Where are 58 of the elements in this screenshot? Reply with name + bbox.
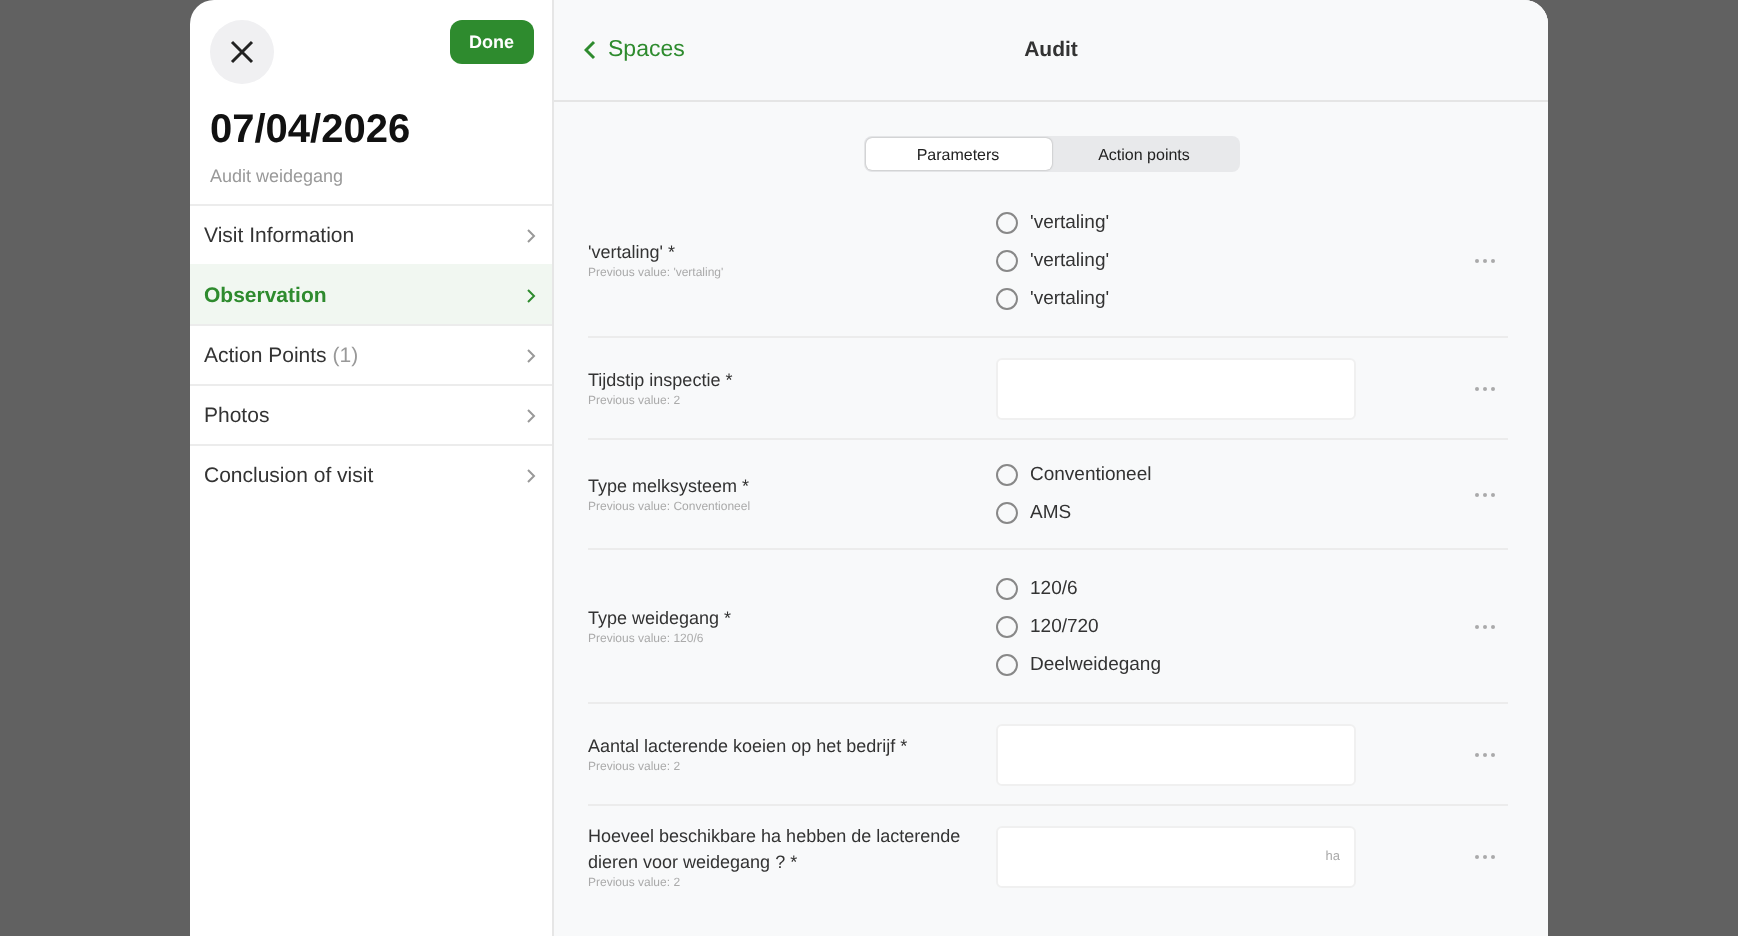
more-button[interactable] [1470,849,1500,863]
field-label: Type weidegang * [588,606,734,632]
sidebar-item-label: Conclusion of visit [204,463,374,487]
radio-button[interactable] [996,464,1018,486]
chevron-right-icon [526,227,536,243]
radio-option[interactable]: Deelweidegang [996,653,1356,675]
sidebar-item-label: Action Points (1) [204,343,359,367]
more-button[interactable] [1470,253,1500,267]
radio-option[interactable]: 'vertaling' [996,287,1356,309]
ellipsis-icon [1474,751,1496,757]
sidebar-item-label: Visit Information [204,223,355,247]
radio-button[interactable] [996,653,1018,675]
done-button[interactable]: Done [449,20,534,64]
ellipsis-icon [1474,623,1496,629]
ellipsis-icon [1474,853,1496,859]
field-label: Tijdstip inspectie * [588,368,735,394]
field-label: 'vertaling' * [588,240,677,266]
radio-button[interactable] [996,249,1018,271]
chevron-right-icon [526,467,536,483]
sidebar-item[interactable]: Observation [190,264,552,324]
more-button[interactable] [1470,381,1500,395]
back-link[interactable]: Spaces [584,38,685,62]
radio-option[interactable]: 120/720 [996,615,1356,637]
radio-button[interactable] [996,577,1018,599]
close-button[interactable] [210,20,274,84]
chevron-left-icon [584,40,596,60]
sidebar-item[interactable]: Conclusion of visit [190,444,552,504]
field-label: Type melksysteem * [588,474,752,500]
chevron-right-icon [526,407,536,423]
more-button[interactable] [1470,619,1500,633]
page-title: Audit [1024,38,1078,62]
radio-option[interactable]: Conventioneel [996,464,1356,486]
ellipsis-icon [1474,257,1496,263]
radio-option[interactable]: 'vertaling' [996,249,1356,271]
close-icon [230,40,254,64]
radio-option[interactable]: 120/6 [996,577,1356,599]
sidebar-item[interactable]: Action Points (1) [190,324,552,384]
field-label: Aantal lacterende koeien op het bedrijf * [588,734,910,760]
radio-button[interactable] [996,615,1018,637]
ellipsis-icon [1474,385,1496,391]
more-button[interactable] [1470,487,1500,501]
radio-option[interactable]: 'vertaling' [996,211,1356,233]
segment-tab[interactable]: Action points [1051,138,1237,170]
chevron-right-icon [526,287,536,303]
chevron-right-icon [526,347,536,363]
sidebar-item[interactable]: Photos [190,384,552,444]
more-button[interactable] [1470,747,1500,761]
radio-button[interactable] [996,211,1018,233]
sidebar-item-label: Photos [204,403,270,427]
ellipsis-icon [1474,491,1496,497]
field-label: Hoeveel beschikbare ha hebben de lacterende dieren voor weidegang ? * [588,823,963,875]
radio-button[interactable] [996,502,1018,524]
sidebar-item-label: Observation [204,283,327,307]
radio-option[interactable]: AMS [996,502,1356,524]
radio-button[interactable] [996,287,1018,309]
visit-subtitle: Audit weidegang [210,166,346,186]
visit-date: 07/04/2026 [210,108,413,154]
segment-tab[interactable]: Parameters [865,138,1051,170]
